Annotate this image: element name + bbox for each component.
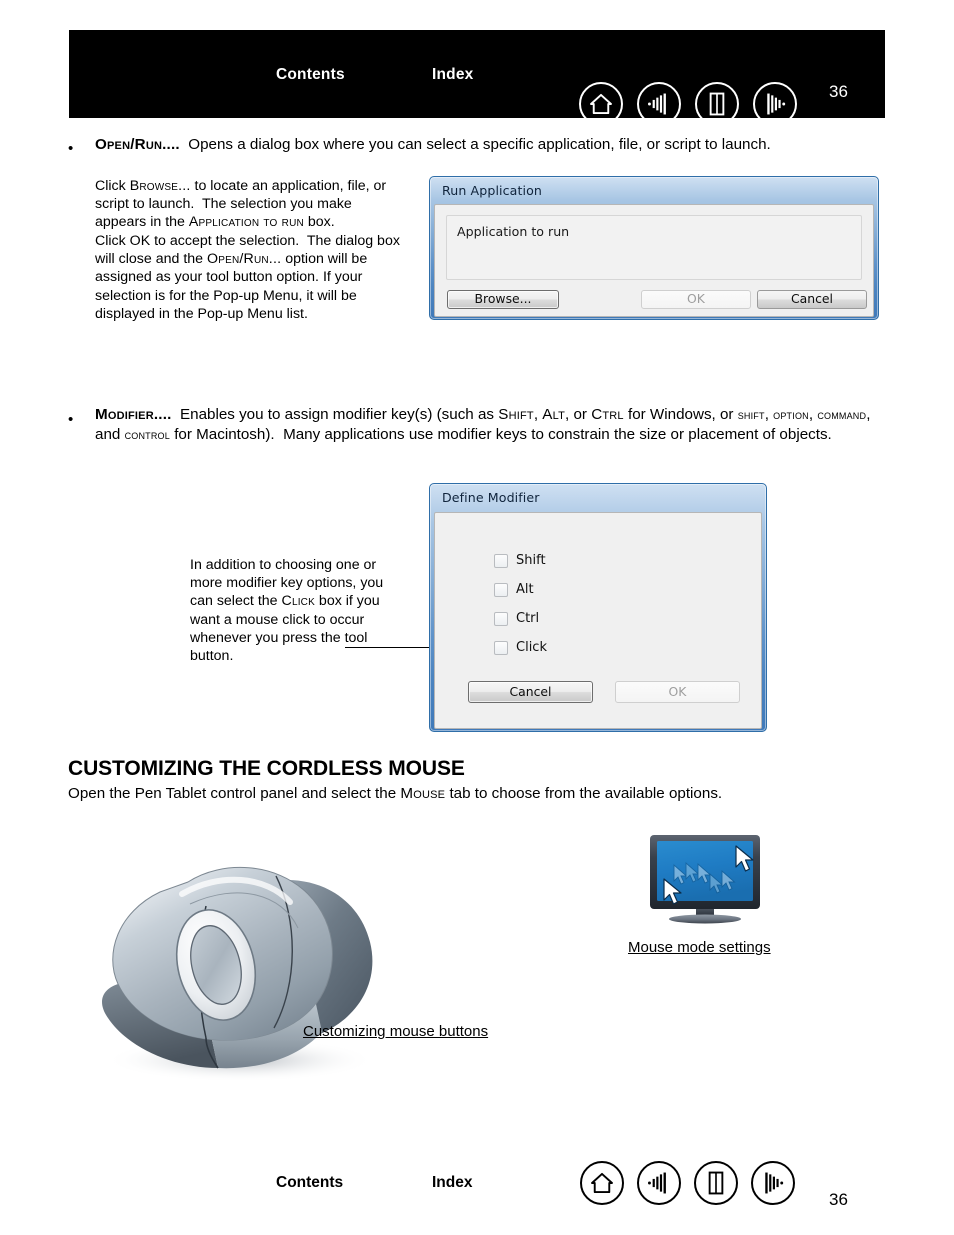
run-application-dialog-body: Application to run Browse... OK Cancel <box>434 204 874 317</box>
footer-previous-view-icon[interactable] <box>637 1161 681 1205</box>
mouse-mode-settings-link[interactable]: Mouse mode settings <box>628 939 771 956</box>
browse-button[interactable]: Browse... <box>447 290 559 309</box>
run-application-ok-button[interactable]: OK <box>641 290 751 309</box>
footer-home-icon[interactable] <box>580 1161 624 1205</box>
ctrl-checkbox-label: Ctrl <box>516 611 540 626</box>
bullet-marker-open-run: • <box>68 140 74 157</box>
modifier-bullet-text: Modifier.... Enables you to assign modif… <box>95 406 871 443</box>
header-index-link[interactable]: Index <box>432 66 473 84</box>
next-view-icon[interactable] <box>753 82 797 126</box>
shift-checkbox[interactable] <box>494 553 508 568</box>
define-modifier-cancel-button[interactable]: Cancel <box>468 681 593 703</box>
footer-index-link[interactable]: Index <box>432 1174 472 1192</box>
bullet-marker-modifier: • <box>68 411 74 428</box>
home-icon[interactable] <box>579 82 623 126</box>
define-modifier-dialog: Define Modifier Shift Alt Ctrl Click Can… <box>429 483 767 732</box>
checkbox-row-click[interactable]: Click <box>494 640 547 655</box>
previous-view-icon[interactable] <box>637 82 681 126</box>
section-intro-text: Open the Pen Tablet control panel and se… <box>68 785 723 802</box>
alt-checkbox-label: Alt <box>516 582 534 597</box>
cordless-mouse-illustration <box>70 832 410 1087</box>
click-checkbox-label: Click <box>516 640 547 655</box>
footer-next-view-icon[interactable] <box>751 1161 795 1205</box>
shift-checkbox-label: Shift <box>516 553 546 568</box>
customizing-mouse-buttons-link[interactable]: Customizing mouse buttons <box>303 1023 488 1040</box>
open-run-term: Open/Run.... <box>95 136 180 153</box>
click-checkbox[interactable] <box>494 640 508 655</box>
modifier-annotation-text: In addition to choosing one or more modi… <box>190 557 384 665</box>
page-view-icon[interactable] <box>695 82 739 126</box>
page-header-bar: Contents Index 36 <box>69 30 885 126</box>
alt-checkbox[interactable] <box>494 582 508 597</box>
run-application-cancel-button[interactable]: Cancel <box>757 290 867 309</box>
open-run-note-paragraph-2: Click OK to accept the selection. The di… <box>95 233 400 322</box>
open-run-body: Opens a dialog box where you can select … <box>188 136 771 153</box>
define-modifier-ok-button[interactable]: OK <box>615 681 740 703</box>
run-application-dialog-title: Run Application <box>442 183 543 198</box>
modifier-term: Modifier.... <box>95 406 172 423</box>
define-modifier-dialog-body: Shift Alt Ctrl Click Cancel OK <box>434 512 762 729</box>
application-to-run-label: Application to run <box>457 224 570 239</box>
run-application-dialog: Run Application Application to run Brows… <box>429 176 879 320</box>
footer-page-number: 36 <box>829 1190 848 1209</box>
ctrl-checkbox[interactable] <box>494 611 508 626</box>
footer-contents-link[interactable]: Contents <box>276 1174 343 1192</box>
footer-page-view-icon[interactable] <box>694 1161 738 1205</box>
checkbox-row-alt[interactable]: Alt <box>494 582 534 597</box>
header-page-number: 36 <box>829 82 848 101</box>
define-modifier-dialog-title: Define Modifier <box>442 490 540 505</box>
section-heading: CUSTOMIZING THE CORDLESS MOUSE <box>68 757 465 780</box>
open-run-note-paragraph-1: Click Browse... to locate an application… <box>95 178 387 231</box>
open-run-bullet-text: Open/Run.... Opens a dialog box where yo… <box>95 135 885 155</box>
header-contents-link[interactable]: Contents <box>276 66 345 84</box>
mouse-mode-settings-illustration <box>646 833 764 926</box>
checkbox-row-shift[interactable]: Shift <box>494 553 546 568</box>
checkbox-row-ctrl[interactable]: Ctrl <box>494 611 539 626</box>
